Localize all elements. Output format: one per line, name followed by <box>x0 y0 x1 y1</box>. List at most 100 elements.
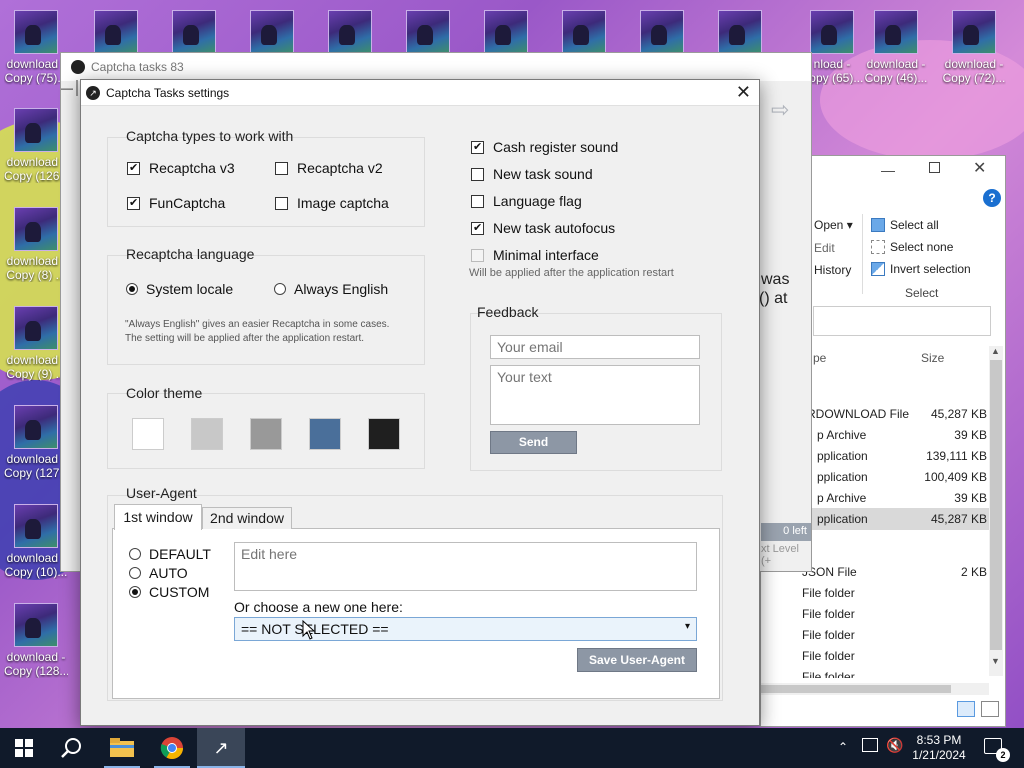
theme-swatch-blue[interactable] <box>309 418 341 450</box>
captcha-app-taskbar-button[interactable]: ↗ <box>197 728 245 768</box>
table-row[interactable]: pplication <box>817 512 868 526</box>
scrollbar-thumb[interactable] <box>761 685 951 693</box>
ribbon-open[interactable]: Open ▾ <box>814 218 853 232</box>
file-icon[interactable] <box>718 10 762 54</box>
desktop-icon[interactable]: download - Copy (72)... <box>942 10 1006 85</box>
image-captcha-checkbox[interactable]: Image captcha <box>275 195 389 211</box>
select-all-button[interactable]: Select all <box>871 218 939 232</box>
tab-2nd-window[interactable]: 2nd window <box>202 507 292 529</box>
file-icon[interactable] <box>640 10 684 54</box>
close-icon[interactable]: ✕ <box>736 82 751 103</box>
details-view-icon[interactable] <box>957 701 975 717</box>
clock-time: 8:53 PM <box>916 733 962 747</box>
select-none-button[interactable]: Select none <box>871 240 953 254</box>
table-row[interactable]: pplication <box>817 470 868 484</box>
settings-dialog[interactable]: ↗ Captcha Tasks settings ✕ Captcha types… <box>80 79 760 726</box>
table-row[interactable]: p Archive <box>817 491 866 505</box>
table-row[interactable]: File folder <box>802 670 855 678</box>
user-agent-edit-input[interactable] <box>234 542 697 591</box>
horizontal-scrollbar[interactable] <box>761 683 989 695</box>
invert-selection-button[interactable]: Invert selection <box>871 262 971 276</box>
desktop-icon[interactable]: download - Copy (8) ... <box>4 207 68 282</box>
file-icon <box>14 108 58 152</box>
recaptcha-v3-checkbox[interactable]: Recaptcha v3 <box>127 160 235 176</box>
file-explorer-taskbar-button[interactable] <box>98 728 146 768</box>
language-flag-checkbox[interactable]: Language flag <box>471 193 582 209</box>
always-english-radio[interactable]: Always English <box>274 281 388 297</box>
file-icon[interactable] <box>406 10 450 54</box>
theme-swatch-white[interactable] <box>132 418 164 450</box>
scroll-down-icon[interactable]: ▼ <box>991 656 1000 666</box>
desktop-icon[interactable]: download - Copy (127... <box>4 405 68 480</box>
window-title: Captcha tasks 83 <box>91 60 184 74</box>
cash-register-sound-checkbox[interactable]: Cash register sound <box>471 139 618 155</box>
minimize-icon[interactable]: — <box>61 81 73 95</box>
tab-1st-window[interactable]: 1st window <box>114 504 202 530</box>
file-icon[interactable] <box>562 10 606 54</box>
scrollbar-thumb[interactable] <box>990 360 1002 650</box>
feedback-email-input[interactable] <box>490 335 700 359</box>
recaptcha-language-title: Recaptcha language <box>126 246 255 262</box>
start-button[interactable] <box>0 728 48 768</box>
file-icon[interactable] <box>172 10 216 54</box>
feedback-text-input[interactable] <box>490 365 700 425</box>
table-row[interactable]: File folder <box>802 628 855 642</box>
help-icon[interactable]: ? <box>983 189 1001 207</box>
table-row[interactable]: File folder <box>802 649 855 663</box>
file-icon[interactable] <box>94 10 138 54</box>
custom-ua-radio[interactable]: CUSTOM <box>129 584 209 600</box>
table-row[interactable]: pplication <box>817 449 868 463</box>
checkbox-checked-icon <box>471 140 484 154</box>
minimal-interface-checkbox[interactable]: Minimal interface <box>471 247 599 263</box>
vertical-scrollbar[interactable]: ▲ ▼ <box>989 346 1003 676</box>
network-icon[interactable] <box>862 738 878 752</box>
tiles-view-icon[interactable] <box>981 701 999 717</box>
desktop-icon[interactable]: download - Copy (128... <box>4 603 68 678</box>
default-ua-radio[interactable]: DEFAULT <box>129 546 211 562</box>
maximize-icon[interactable] <box>929 162 940 173</box>
theme-swatch-black[interactable] <box>368 418 400 450</box>
ribbon-history[interactable]: History <box>814 263 851 277</box>
theme-swatch-light-gray[interactable] <box>191 418 223 450</box>
new-task-autofocus-checkbox[interactable]: New task autofocus <box>471 220 615 236</box>
desktop-icon[interactable]: download - Copy (10)... <box>4 504 68 579</box>
desktop-icon[interactable]: download - Copy (126... <box>4 108 68 183</box>
file-icon[interactable] <box>328 10 372 54</box>
file-icon[interactable] <box>484 10 528 54</box>
theme-swatch-gray[interactable] <box>250 418 282 450</box>
desktop-icon-label: Copy (46)... <box>864 71 928 85</box>
table-row[interactable]: RDOWNLOAD File <box>807 407 909 421</box>
new-task-sound-checkbox[interactable]: New task sound <box>471 166 593 182</box>
show-hidden-icons[interactable]: ⌃ <box>838 740 848 754</box>
column-header-size[interactable]: Size <box>921 351 944 365</box>
scroll-up-icon[interactable]: ▲ <box>991 346 1000 356</box>
file-icon[interactable] <box>250 10 294 54</box>
volume-icon[interactable]: 🔇 <box>886 737 903 754</box>
column-header-type[interactable]: pe <box>813 351 826 365</box>
search-button[interactable] <box>48 728 96 768</box>
desktop-icon-label: Copy (75)... <box>4 71 68 85</box>
send-feedback-button[interactable]: Send <box>490 431 577 454</box>
chrome-icon <box>160 737 183 759</box>
feedback-title: Feedback <box>477 304 539 320</box>
system-locale-radio[interactable]: System locale <box>126 281 233 297</box>
desktop-icon-label: download - <box>866 57 926 71</box>
desktop-icon[interactable]: download - Copy (46)... <box>864 10 928 85</box>
table-row[interactable]: File folder <box>802 586 855 600</box>
clock[interactable]: 8:53 PM 1/21/2024 <box>910 733 968 763</box>
auto-ua-radio[interactable]: AUTO <box>129 565 188 581</box>
desktop-icon[interactable]: download - Copy (75)... <box>4 10 68 85</box>
table-row[interactable]: p Archive <box>817 428 866 442</box>
close-icon[interactable]: ✕ <box>973 158 986 178</box>
funcaptcha-checkbox[interactable]: FunCaptcha <box>127 195 225 211</box>
minimize-icon[interactable]: — <box>881 162 895 178</box>
ribbon-edit[interactable]: Edit <box>814 241 835 255</box>
logout-icon[interactable]: ⇨ <box>771 97 789 123</box>
table-row[interactable]: File folder <box>802 607 855 621</box>
chrome-taskbar-button[interactable] <box>148 728 196 768</box>
search-box[interactable] <box>813 306 991 336</box>
recaptcha-v2-checkbox[interactable]: Recaptcha v2 <box>275 160 383 176</box>
desktop-icon-label: download - <box>944 57 1004 71</box>
desktop-icon[interactable]: download - Copy (9) ... <box>4 306 68 381</box>
save-user-agent-button[interactable]: Save User-Agent <box>577 648 697 672</box>
